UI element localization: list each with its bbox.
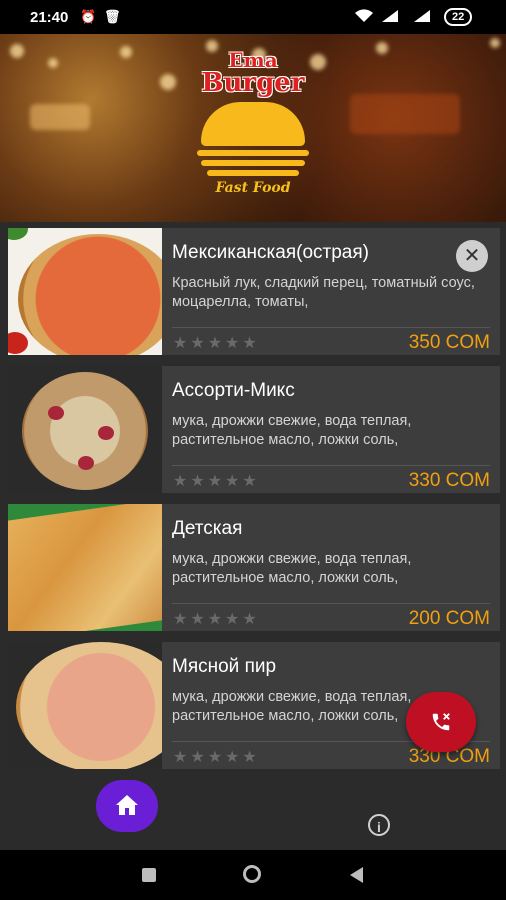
burger-bun-graphic [201,102,305,146]
info-icon[interactable]: i [368,814,390,836]
status-time: 21:40 [30,9,69,26]
close-icon[interactable]: ✕ [456,240,488,272]
battery-icon: 22 [444,8,473,26]
item-title: Мясной пир [172,656,277,677]
trash-icon: 🗑 [104,9,121,24]
item-price: 200 COM [408,608,490,629]
logo-line-1: Ema [228,48,278,72]
home-button[interactable] [96,780,158,832]
item-price: 350 COM [408,332,490,353]
item-description: мука, дрожжи свежие, вода теплая, растит… [172,413,412,448]
rating-stars[interactable]: ★★★★★ [173,333,260,353]
item-price: 330 COM [408,470,490,491]
rating-stars[interactable]: ★★★★★ [173,471,260,491]
divider [172,603,490,604]
logo-tagline: Fast Food [215,180,291,196]
brand-logo: Ema Burger Fast Food [188,50,318,220]
battery-level: 22 [444,8,473,26]
back-button[interactable] [348,866,364,884]
divider [172,465,490,466]
rating-stars[interactable]: ★★★★★ [173,747,260,767]
recent-apps-button[interactable] [142,868,156,882]
menu-item-card[interactable]: Ассорти-Микс мука, дрожжи свежие, вода т… [8,366,500,493]
item-title: Детская [172,518,243,539]
home-icon [116,795,138,815]
menu-item-card[interactable]: Мексиканская(острая) ✕ Красный лук, слад… [8,228,500,355]
bottom-navigation [0,778,506,850]
pizza-image [8,366,162,493]
header-banner: Ema Burger Fast Food [0,34,506,222]
pizza-image [8,228,162,355]
pizza-image [8,504,162,631]
item-info: Мексиканская(острая) ✕ Красный лук, слад… [162,228,500,355]
rating-stars[interactable]: ★★★★★ [173,609,260,629]
system-navigation-bar [0,850,506,900]
signal-icon-2 [412,9,432,26]
item-info: Ассорти-Микс мука, дрожжи свежие, вода т… [162,366,500,493]
item-title: Мексиканская(острая) [172,242,369,263]
status-bar: 21:40 ⏰ 🗑 22 [0,0,506,34]
call-button[interactable] [406,692,476,752]
home-system-button[interactable] [243,865,261,883]
item-title: Ассорти-Микс [172,380,295,401]
item-info: Детская мука, дрожжи свежие, вода теплая… [162,504,500,631]
item-description: мука, дрожжи свежие, вода теплая, растит… [172,551,412,586]
wifi-icon [354,9,374,26]
phone-call-icon [432,713,450,731]
divider [172,327,490,328]
alarm-icon: ⏰ [80,9,97,24]
item-description: Красный лук, сладкий перец, томатный соу… [172,275,475,310]
pizza-image [8,642,162,769]
menu-item-card[interactable]: Детская мука, дрожжи свежие, вода теплая… [8,504,500,631]
logo-line-2: Burger [201,68,305,98]
signal-icon [380,9,400,26]
